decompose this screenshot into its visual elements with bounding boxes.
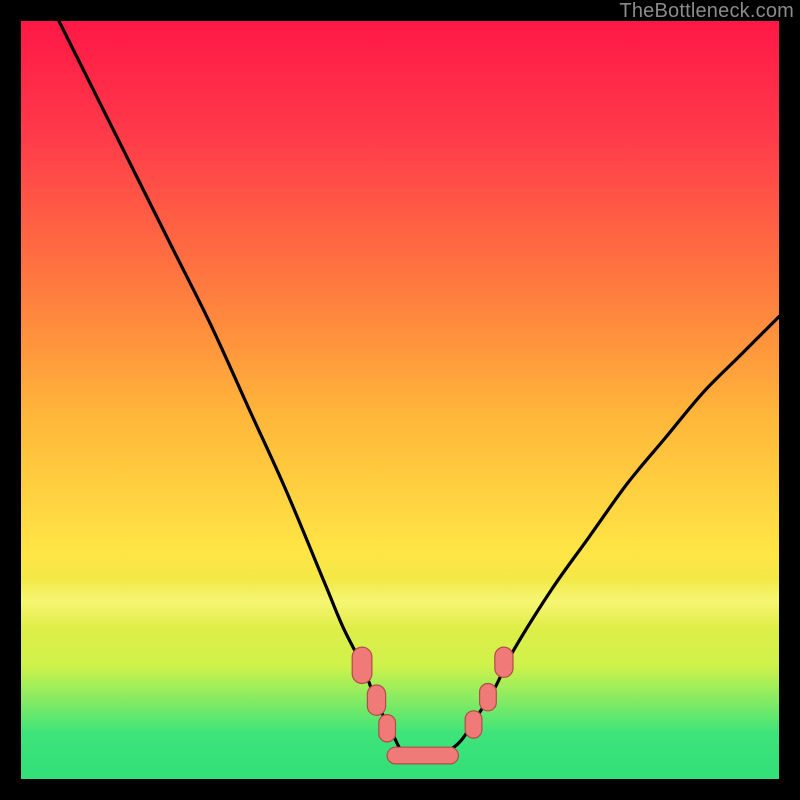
- curve-marker: [352, 647, 372, 683]
- curve-marker: [387, 747, 458, 764]
- curve-marker: [480, 684, 497, 711]
- bottleneck-curve: [59, 21, 779, 757]
- curve-layer: [21, 21, 779, 779]
- curve-marker: [465, 711, 482, 738]
- plot-area: [21, 21, 779, 779]
- curve-marker: [495, 647, 513, 677]
- curve-marker: [367, 685, 385, 715]
- curve-markers: [352, 647, 513, 764]
- watermark-text: TheBottleneck.com: [619, 0, 794, 23]
- curve-marker: [379, 715, 396, 742]
